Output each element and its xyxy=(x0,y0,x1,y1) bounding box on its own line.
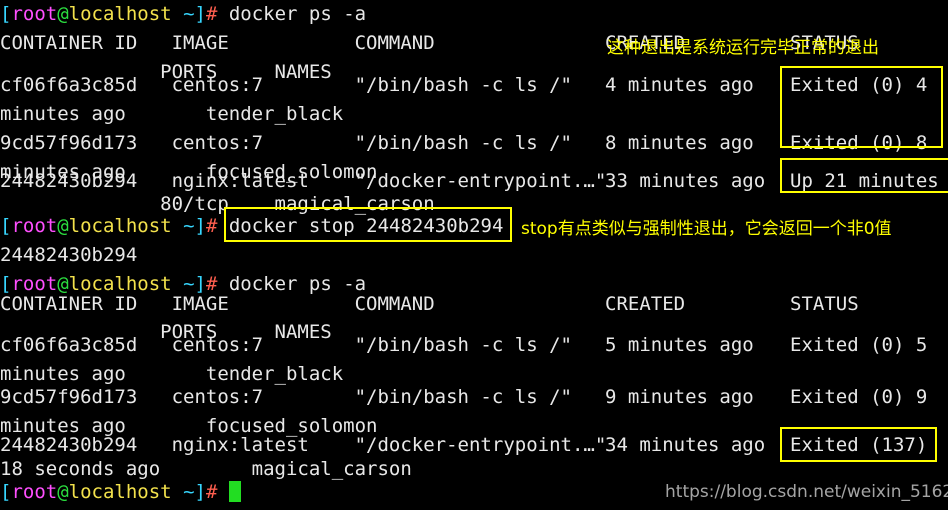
prompt-host: localhost xyxy=(68,215,172,237)
prompt-user: root xyxy=(11,481,58,503)
prompt-close-bracket: ~] xyxy=(171,3,206,25)
text-cursor[interactable] xyxy=(228,481,241,502)
annotation-normal-exit: 这种退出是系统运行完毕正常的退出 xyxy=(607,38,879,58)
prompt-line-2: [root@localhost ~]# docker stop 24482430… xyxy=(0,212,503,241)
prompt-open-bracket: [ xyxy=(0,215,12,237)
ps2-row-1-created: 5 minutes ago xyxy=(605,334,754,356)
ps2-header-status: STATUS xyxy=(790,293,859,315)
prompt-at-symbol: @ xyxy=(57,481,69,503)
prompt-line-4: [root@localhost ~]# xyxy=(0,478,241,507)
ps2-row-1-main: cf06f6a3c85d centos:7 "/bin/bash -c ls /… xyxy=(0,334,572,356)
prompt-at-symbol: @ xyxy=(57,215,69,237)
ps1-row-2-main: 9cd57f96d173 centos:7 "/bin/bash -c ls /… xyxy=(0,132,572,154)
ps1-row-2-status: Exited (0) 8 xyxy=(790,132,928,154)
ps1-row-3-status: Up 21 minutes xyxy=(790,170,939,192)
ps1-row-1-status: Exited (0) 4 xyxy=(790,74,928,96)
prompt-at-symbol: @ xyxy=(57,3,69,25)
command-docker-stop: docker stop 24482430b294 xyxy=(228,215,504,237)
prompt-close-bracket: ~] xyxy=(171,215,206,237)
terminal-window[interactable]: [root@localhost ~]# docker ps -a CONTAIN… xyxy=(0,0,948,510)
ps2-row-2-main: 9cd57f96d173 centos:7 "/bin/bash -c ls /… xyxy=(0,386,572,408)
ps2-row-2-created: 9 minutes ago xyxy=(605,386,754,408)
prompt-hash: # xyxy=(205,215,218,237)
prompt-hash: # xyxy=(205,481,218,503)
ps1-row-1-main: cf06f6a3c85d centos:7 "/bin/bash -c ls /… xyxy=(0,74,572,96)
ps1-row-2-created: 8 minutes ago xyxy=(605,132,754,154)
prompt-user: root xyxy=(11,3,58,25)
ps2-header-created: CREATED xyxy=(605,293,686,315)
prompt-open-bracket: [ xyxy=(0,481,12,503)
ps2-row-1-status: Exited (0) 5 xyxy=(790,334,928,356)
ps1-row-3-created: 33 minutes ago xyxy=(605,170,766,192)
prompt-close-bracket: ~] xyxy=(171,481,206,503)
prompt-open-bracket: [ xyxy=(0,3,12,25)
ps2-row-2-status: Exited (0) 9 xyxy=(790,386,928,408)
prompt-host: localhost xyxy=(68,3,172,25)
ps1-header-left: CONTAINER ID IMAGE COMMAND xyxy=(0,32,435,54)
prompt-host: localhost xyxy=(68,481,172,503)
ps1-row-1-created: 4 minutes ago xyxy=(605,74,754,96)
command-ps-all-1: docker ps -a xyxy=(217,3,367,25)
ps2-header-left: CONTAINER ID IMAGE COMMAND xyxy=(0,293,435,315)
prompt-line-1: [root@localhost ~]# docker ps -a xyxy=(0,0,366,29)
prompt-hash: # xyxy=(205,3,218,25)
ps1-row-1-wrap: minutes ago tender_black xyxy=(0,103,344,125)
stop-command-output: 24482430b294 xyxy=(0,244,138,266)
watermark-url: https://blog.csdn.net/weixin_51622156 xyxy=(665,482,948,502)
annotation-stop-note: stop有点类似与强制性退出，它会返回一个非0值 xyxy=(521,219,892,239)
prompt-user: root xyxy=(11,215,58,237)
ps2-row-3-created: 34 minutes ago xyxy=(605,434,766,456)
ps2-row-3-status: Exited (137) xyxy=(790,434,928,456)
